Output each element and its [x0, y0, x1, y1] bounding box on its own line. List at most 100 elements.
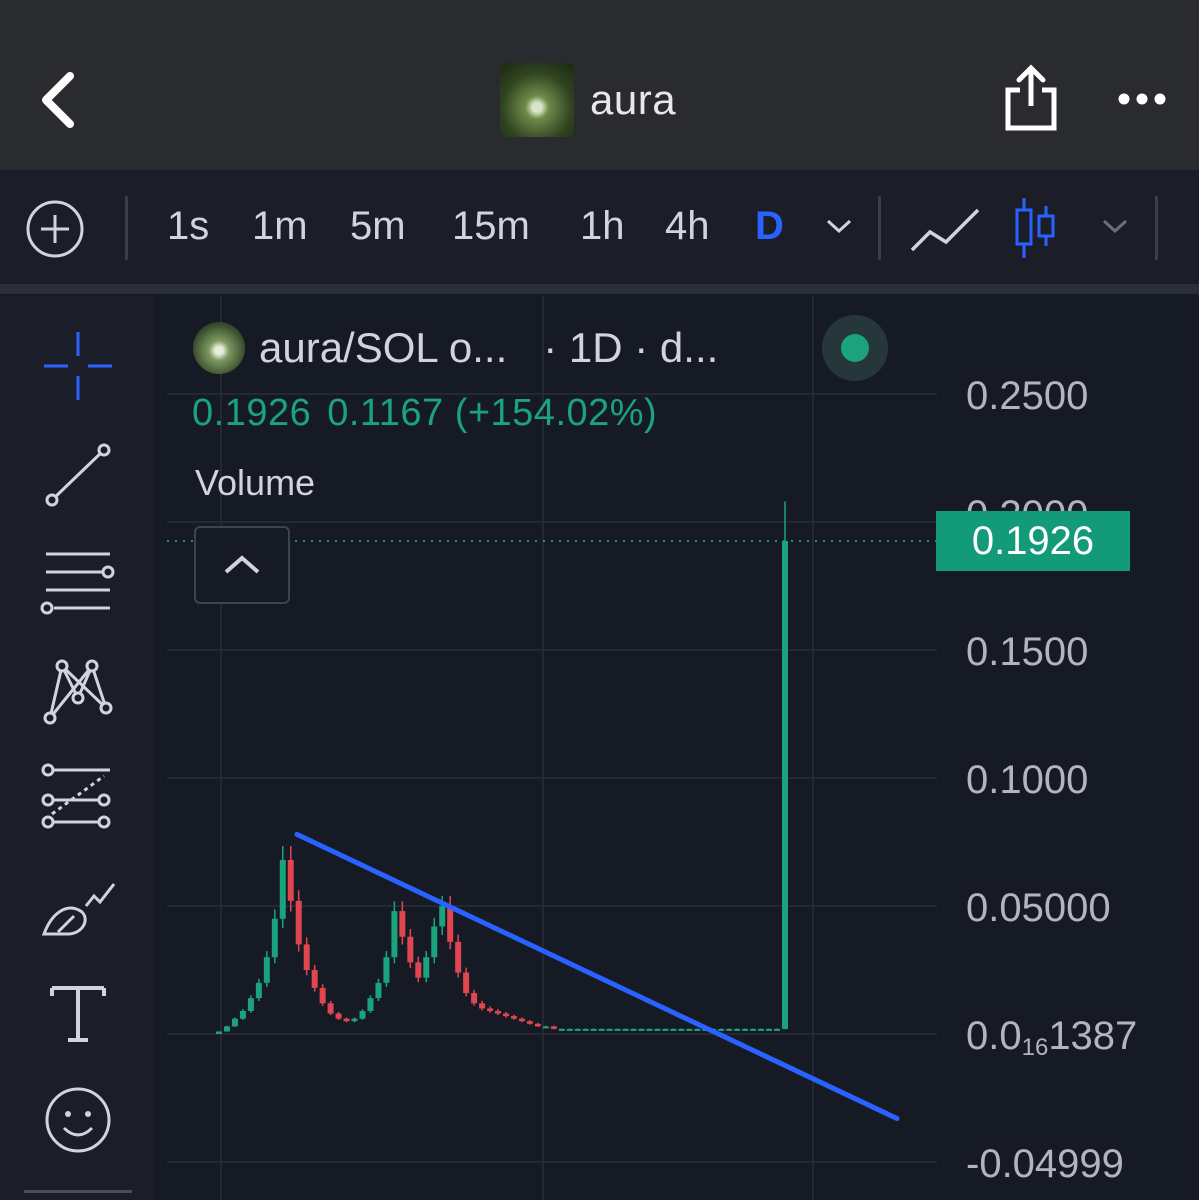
timeframe-1h[interactable]: 1h	[580, 204, 625, 249]
timeframe-15m[interactable]: 15m	[452, 204, 530, 249]
prediction-tool[interactable]	[38, 760, 118, 840]
chart-legend: aura/SOL o... · 1D · d...	[193, 318, 718, 378]
interval-label: · 1D · d...	[543, 324, 719, 371]
candle	[590, 1028, 597, 1031]
chart-toolbar: 1s 1m 5m 15m 1h 4h D	[0, 170, 1199, 294]
line-chart-button[interactable]	[908, 204, 982, 256]
candle	[495, 1010, 502, 1014]
candle	[614, 1028, 621, 1031]
timeframe-1s[interactable]: 1s	[167, 204, 209, 249]
candle	[407, 936, 414, 963]
candle	[726, 1028, 733, 1031]
plus-circle-icon	[26, 200, 84, 258]
add-indicator-button[interactable]	[24, 198, 86, 260]
candle	[654, 1028, 661, 1031]
token-avatar	[500, 63, 574, 137]
candle	[518, 1018, 525, 1022]
market-status-dot	[841, 334, 869, 362]
pattern-tool[interactable]	[38, 652, 118, 732]
candle	[670, 1028, 677, 1031]
timeframe-1m[interactable]: 1m	[252, 204, 308, 249]
text-icon	[50, 986, 106, 1042]
pattern-icon	[43, 659, 113, 725]
candles-chart-button[interactable]	[1010, 196, 1060, 260]
candle	[574, 1028, 581, 1031]
price-axis-label: 0.2500	[966, 374, 1089, 418]
token-title: aura	[500, 62, 676, 138]
candle	[431, 926, 438, 958]
current-price-tag: 0.1926	[936, 511, 1130, 571]
trendline-icon	[45, 443, 111, 507]
candle	[686, 1028, 693, 1031]
symbol-name[interactable]: aura/SOL o...	[259, 324, 507, 372]
price-axis-label: 0.1000	[966, 758, 1089, 802]
price-axis-label-small: 0.0161387	[966, 1014, 1138, 1061]
timeframe-d[interactable]: D	[755, 204, 784, 249]
candle	[622, 1028, 629, 1031]
candle	[750, 1028, 757, 1031]
candle	[255, 982, 262, 999]
candle	[383, 957, 390, 983]
timeframe-5m[interactable]: 5m	[350, 204, 406, 249]
candle	[526, 1021, 533, 1024]
top-navigation-bar: aura	[0, 0, 1199, 170]
candle	[510, 1016, 517, 1019]
candle	[742, 1028, 749, 1031]
share-button[interactable]	[1000, 62, 1062, 134]
drawing-tools-sidebar	[0, 296, 155, 1200]
candle	[782, 540, 788, 1029]
price-axis-label: 0.05000	[966, 886, 1111, 930]
candle	[279, 859, 286, 919]
candle	[223, 1026, 230, 1032]
toolbar-divider	[878, 196, 881, 260]
collapse-legend-button[interactable]	[194, 526, 290, 604]
trendline-tool[interactable]	[38, 436, 118, 516]
more-options-button[interactable]	[1112, 82, 1172, 116]
candle	[303, 944, 310, 971]
back-button[interactable]	[30, 68, 90, 132]
candle	[359, 1010, 366, 1019]
chart-type-dropdown[interactable]	[1100, 214, 1130, 238]
candle	[479, 1003, 486, 1009]
candle	[231, 1018, 238, 1027]
candle	[335, 1013, 342, 1019]
share-icon	[1005, 64, 1057, 131]
timeframe-4h[interactable]: 4h	[665, 204, 710, 249]
candle	[471, 993, 478, 1004]
candle	[638, 1028, 645, 1031]
candle	[247, 998, 254, 1011]
prediction-icon	[41, 763, 111, 829]
toolbar-divider	[1155, 196, 1158, 260]
candle	[582, 1028, 589, 1031]
text-tool[interactable]	[38, 974, 118, 1054]
page-title: aura	[590, 76, 677, 123]
candle	[502, 1013, 509, 1017]
candle	[327, 1003, 334, 1014]
toolbar-divider	[125, 196, 128, 260]
fib-levels-icon	[40, 552, 115, 615]
candle	[423, 957, 430, 978]
line-chart-icon	[910, 208, 980, 252]
candle	[534, 1023, 541, 1027]
market-status-indicator[interactable]	[822, 315, 888, 381]
candle	[678, 1028, 685, 1031]
candle	[694, 1028, 701, 1031]
candle	[439, 906, 446, 927]
emoji-tool[interactable]	[38, 1080, 118, 1160]
price-axis-label: -0.04999	[966, 1142, 1124, 1186]
candle	[558, 1028, 565, 1031]
volume-indicator-label[interactable]: Volume	[195, 462, 315, 504]
crosshair-tool[interactable]	[38, 326, 118, 406]
fib-levels-tool[interactable]	[38, 544, 118, 624]
brush-tool[interactable]	[38, 872, 118, 952]
candle	[550, 1026, 557, 1029]
candle	[271, 918, 278, 958]
candle	[630, 1028, 637, 1031]
more-dots-icon	[1118, 93, 1166, 105]
candle	[606, 1028, 613, 1031]
sidebar-divider	[24, 1190, 132, 1193]
chevron-down-icon	[1102, 219, 1128, 234]
price-axis-label: 0.1500	[966, 630, 1089, 674]
timeframe-dropdown[interactable]	[824, 214, 854, 238]
candle	[375, 982, 382, 999]
